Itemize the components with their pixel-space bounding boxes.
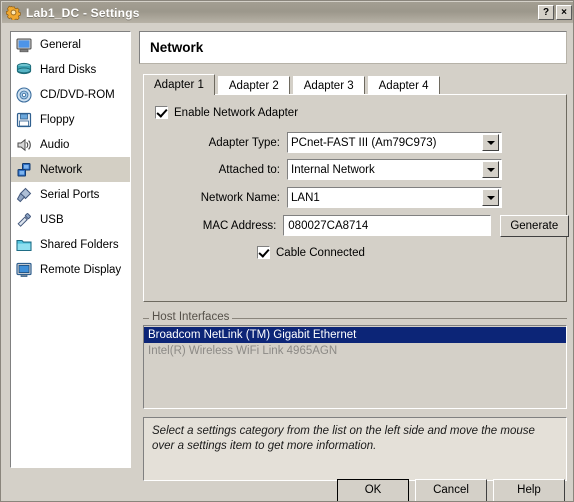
sidebar-item-label: Remote Display — [40, 263, 122, 276]
folder-icon — [16, 239, 32, 251]
help-button[interactable]: Help — [493, 478, 565, 501]
close-button[interactable]: × — [556, 5, 572, 20]
network-name-value: LAN1 — [291, 191, 320, 204]
adapter-type-select[interactable]: PCnet-FAST III (Am79C973) — [287, 132, 502, 153]
chevron-down-icon[interactable] — [482, 134, 499, 151]
speaker-icon — [17, 138, 31, 151]
dialog-button-bar: OK Cancel Help — [2, 478, 573, 501]
adapter-type-row: Adapter Type: PCnet-FAST III (Am79C973) — [179, 132, 559, 153]
sidebar-item-label: USB — [40, 213, 64, 226]
network-icon — [17, 162, 31, 176]
attached-to-label: Attached to: — [218, 163, 280, 176]
sidebar-item-hard-disks[interactable]: Hard Disks — [11, 57, 130, 82]
usb-icon — [17, 212, 31, 227]
chevron-down-icon[interactable] — [482, 189, 499, 206]
sidebar-item-serial-ports[interactable]: Serial Ports — [11, 182, 130, 207]
help-titlebar-button[interactable]: ? — [538, 5, 554, 20]
attached-to-select[interactable]: Internal Network — [287, 159, 502, 180]
sidebar-item-floppy[interactable]: Floppy — [11, 107, 130, 132]
page-title-box: Network — [139, 31, 567, 64]
sidebar-item-audio[interactable]: Audio — [11, 132, 130, 157]
remote-screen-icon — [16, 262, 32, 277]
tab-adapter-3[interactable]: Adapter 3 — [292, 76, 365, 95]
adapter-tabstrip[interactable]: Adapter 1 Adapter 2 Adapter 3 Adapter 4 — [143, 74, 567, 95]
sidebar-item-shared-folders[interactable]: Shared Folders — [11, 232, 130, 257]
dialog-client-area: General Hard Disks CD/DVD-ROM Floppy Aud… — [2, 23, 573, 501]
gear-icon — [6, 5, 21, 20]
disc-icon — [16, 86, 32, 103]
network-name-row: Network Name: LAN1 — [179, 187, 559, 208]
sidebar-item-label: General — [40, 38, 81, 51]
host-interfaces-group: Host Interfaces Broadcom NetLink (TM) Gi… — [143, 311, 567, 409]
settings-right-pane: Network Adapter 1 Adapter 2 Adapter 3 Ad… — [139, 31, 569, 481]
enable-network-adapter-label: Enable Network Adapter — [174, 106, 299, 119]
serial-plug-icon — [16, 187, 32, 202]
list-item[interactable]: Broadcom NetLink (TM) Gigabit Ethernet — [144, 327, 566, 343]
tab-adapter-2[interactable]: Adapter 2 — [217, 76, 290, 95]
window-title: Lab1_DC - Settings — [26, 5, 140, 20]
title-bar[interactable]: Lab1_DC - Settings ? × — [2, 2, 573, 23]
adapter-type-value: PCnet-FAST III (Am79C973) — [291, 136, 437, 149]
category-sidebar[interactable]: General Hard Disks CD/DVD-ROM Floppy Aud… — [10, 31, 131, 468]
attached-to-value: Internal Network — [291, 163, 375, 176]
sidebar-item-remote-display[interactable]: Remote Display — [11, 257, 130, 282]
attached-to-row: Attached to: Internal Network — [179, 159, 559, 180]
enable-network-adapter-row[interactable]: Enable Network Adapter — [155, 106, 298, 119]
cable-connected-label: Cable Connected — [276, 246, 365, 259]
settings-dialog-window: Lab1_DC - Settings ? × General Hard Disk… — [0, 0, 574, 502]
chevron-down-icon[interactable] — [482, 161, 499, 178]
list-item[interactable]: Intel(R) Wireless WiFi Link 4965AGN — [144, 343, 566, 359]
tab-adapter-4[interactable]: Adapter 4 — [367, 76, 440, 95]
sidebar-item-general[interactable]: General — [11, 32, 130, 57]
hint-text-box: Select a settings category from the list… — [143, 417, 567, 481]
sidebar-item-label: Serial Ports — [40, 188, 100, 201]
mac-address-row: MAC Address: 080027CA8714 Generate — [179, 214, 569, 237]
cable-connected-checkbox[interactable] — [257, 246, 270, 259]
sidebar-item-label: CD/DVD-ROM — [40, 88, 115, 101]
host-interfaces-group-label: Host Interfaces — [149, 311, 233, 323]
sidebar-item-label: Shared Folders — [40, 238, 119, 251]
tab-adapter-1[interactable]: Adapter 1 — [143, 74, 215, 95]
sidebar-item-label: Network — [40, 163, 83, 176]
cancel-button[interactable]: Cancel — [415, 478, 487, 501]
cable-connected-row[interactable]: Cable Connected — [257, 246, 365, 259]
generate-button[interactable]: Generate — [499, 214, 569, 237]
sidebar-item-label: Floppy — [40, 113, 75, 126]
sidebar-item-cd-dvd-rom[interactable]: CD/DVD-ROM — [11, 82, 130, 107]
monitor-icon — [16, 38, 32, 52]
sidebar-item-usb[interactable]: USB — [11, 207, 130, 232]
sidebar-item-network[interactable]: Network — [11, 157, 130, 182]
enable-network-adapter-checkbox[interactable] — [155, 106, 168, 119]
adapter-settings-panel: Enable Network Adapter Adapter Type: PCn… — [143, 94, 569, 302]
network-name-select[interactable]: LAN1 — [287, 187, 502, 208]
network-name-label: Network Name: — [200, 191, 280, 204]
host-interfaces-list[interactable]: Broadcom NetLink (TM) Gigabit Ethernet I… — [143, 325, 567, 409]
sidebar-item-label: Audio — [40, 138, 70, 151]
floppy-icon — [16, 112, 32, 127]
ok-button[interactable]: OK — [337, 478, 409, 501]
adapter-type-label: Adapter Type: — [208, 136, 280, 149]
mac-address-input[interactable]: 080027CA8714 — [283, 215, 491, 236]
database-icon — [16, 62, 32, 74]
page-title: Network — [150, 40, 204, 55]
mac-address-label: MAC Address: — [202, 219, 277, 232]
sidebar-item-label: Hard Disks — [40, 63, 97, 76]
